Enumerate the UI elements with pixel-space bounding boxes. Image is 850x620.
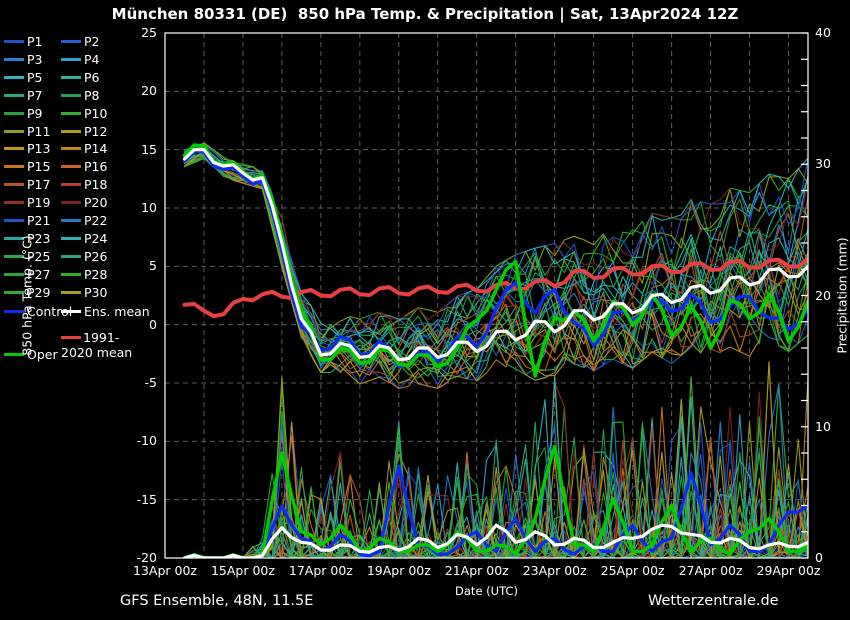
y-right-tick-20: 20 [815, 289, 845, 303]
y-right-tick-30: 30 [815, 157, 845, 171]
y-left-tick-25: 25 [115, 26, 157, 40]
y-left-tick-15: 15 [115, 143, 157, 157]
y-left-tick-0: 0 [115, 318, 157, 332]
x-tick-2: 15Apr 00z [204, 564, 282, 578]
x-tick-4: 19Apr 00z [360, 564, 438, 578]
x-tick-3: 17Apr 00z [282, 564, 360, 578]
x-tick-9: 29Apr 00z [750, 564, 828, 578]
y-left-tick--10: -10 [115, 434, 157, 448]
data-lines [185, 143, 809, 558]
x-tick-6: 23Apr 00z [516, 564, 594, 578]
y-right-tick-40: 40 [815, 26, 845, 40]
meteogram-chart: München 80331 (DE) 850 hPa Temp. & Preci… [0, 0, 850, 620]
right-axis-ticks [801, 33, 808, 558]
x-tick-1: 13Apr 00z [126, 564, 204, 578]
x-tick-8: 27Apr 00z [672, 564, 750, 578]
y-left-tick--15: -15 [115, 493, 157, 507]
x-tick-5: 21Apr 00z [438, 564, 516, 578]
footer-model-info: GFS Ensemble, 48N, 11.5E [120, 593, 313, 609]
y-left-tick--5: -5 [115, 376, 157, 390]
y-left-tick-5: 5 [115, 259, 157, 273]
y-left-tick-10: 10 [115, 201, 157, 215]
y-left-tick-20: 20 [115, 84, 157, 98]
y-right-tick-10: 10 [815, 420, 845, 434]
x-tick-7: 25Apr 00z [594, 564, 672, 578]
footer-site-name: Wetterzentrale.de [648, 593, 779, 609]
